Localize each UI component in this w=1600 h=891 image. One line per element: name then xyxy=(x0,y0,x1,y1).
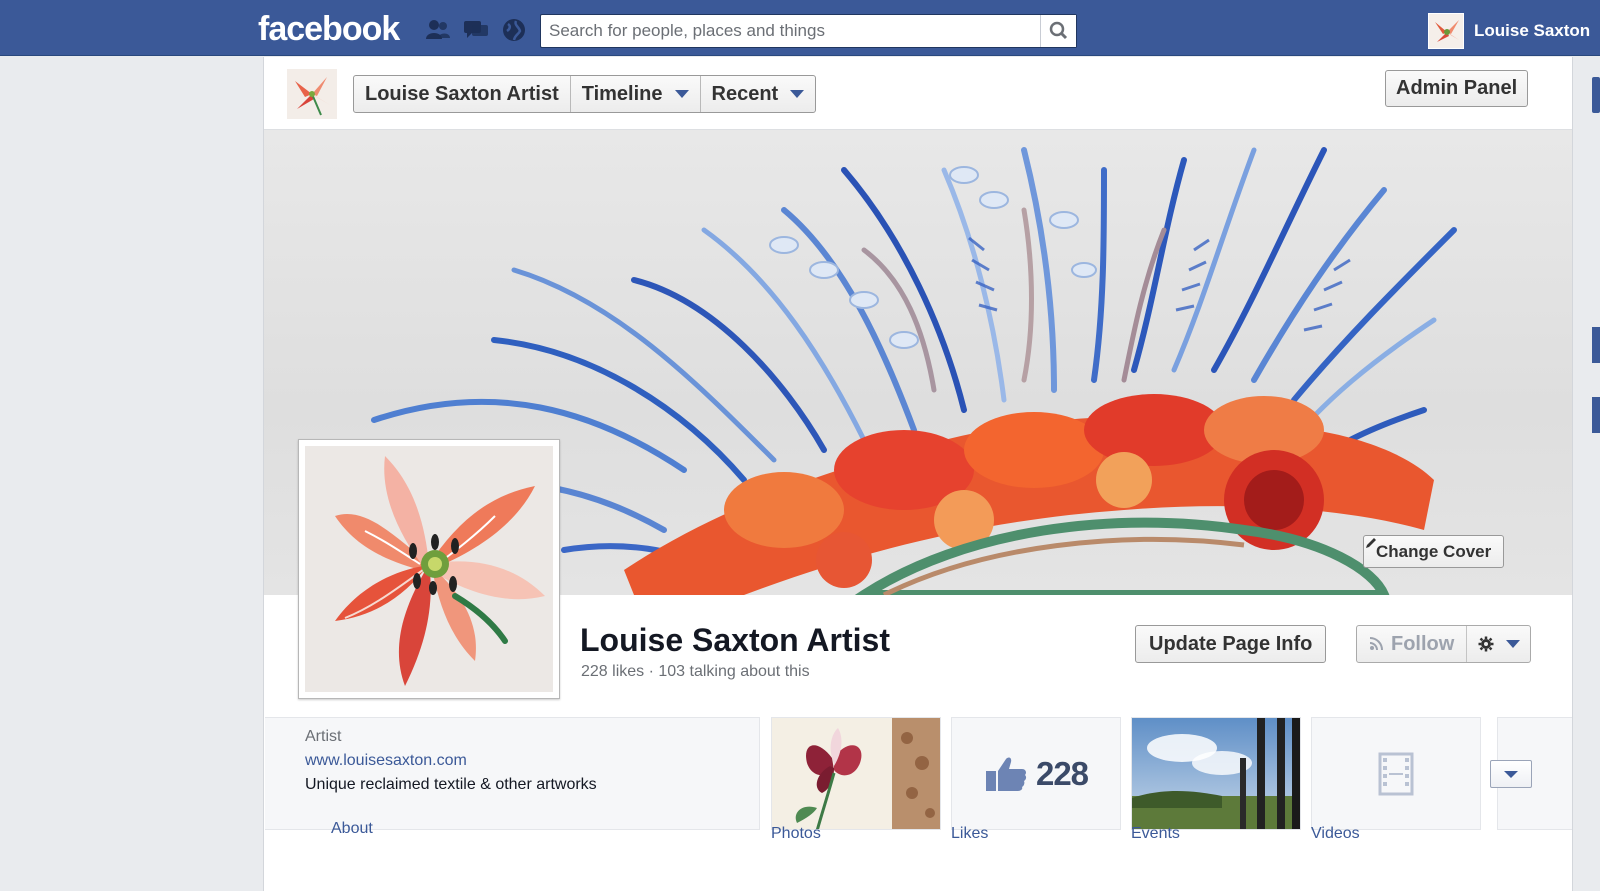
recent-dropdown[interactable]: Recent xyxy=(701,76,816,112)
search-input[interactable] xyxy=(541,15,1038,47)
profile-artwork-image xyxy=(305,446,553,692)
update-page-info-button[interactable]: Update Page Info xyxy=(1135,625,1327,663)
follow-group: Follow xyxy=(1356,625,1532,663)
friend-requests-icon[interactable] xyxy=(424,17,452,43)
photos-tile[interactable] xyxy=(771,717,941,830)
likes-count: 228 xyxy=(1035,754,1089,792)
top-bar: facebook Search for people, places and t… xyxy=(0,0,1600,56)
page-panel: Louise Saxton Artist Timeline Recent Adm… xyxy=(263,57,1573,891)
user-name[interactable]: Louise Saxton xyxy=(1474,21,1590,41)
messages-icon[interactable] xyxy=(462,17,490,43)
page-title[interactable]: Louise Saxton Artist xyxy=(580,622,890,659)
rss-icon xyxy=(1369,637,1383,651)
events-label[interactable]: Events xyxy=(1131,825,1180,843)
top-user-profile[interactable]: Louise Saxton xyxy=(1428,13,1590,49)
likes-label[interactable]: Likes xyxy=(951,825,988,843)
likes-tile[interactable]: 228 xyxy=(951,717,1121,830)
nav-label: Louise Saxton Artist xyxy=(365,82,559,105)
page-category: Artist xyxy=(305,728,342,745)
chevron-down-icon xyxy=(674,90,689,98)
page-nav: Louise Saxton Artist Timeline Recent xyxy=(353,75,817,113)
facebook-logo[interactable]: facebook xyxy=(258,10,400,49)
search-button[interactable] xyxy=(1040,15,1076,47)
search-box xyxy=(540,14,1077,48)
change-cover-label: Change Cover xyxy=(1376,541,1492,561)
pencil-icon xyxy=(1366,538,1376,548)
page-thumbnail[interactable] xyxy=(287,69,337,119)
about-summary: Artist www.louisesaxton.com Unique recla… xyxy=(265,717,760,830)
nav-label: Recent xyxy=(711,82,779,105)
videos-tile[interactable] xyxy=(1311,717,1481,830)
events-tile[interactable] xyxy=(1131,717,1301,830)
events-thumbnail-image xyxy=(1132,718,1300,829)
user-avatar xyxy=(1428,13,1464,49)
notifications-globe-icon[interactable] xyxy=(500,17,528,43)
about-link[interactable]: About xyxy=(331,820,373,838)
website-link[interactable]: www.louisesaxton.com xyxy=(305,752,467,770)
page-header: Louise Saxton Artist Timeline Recent Adm… xyxy=(264,57,1572,130)
chevron-down-icon xyxy=(1504,770,1518,778)
follow-label: Follow xyxy=(1391,632,1455,655)
chevron-down-icon xyxy=(790,90,805,98)
page-name-nav-button[interactable]: Louise Saxton Artist xyxy=(354,76,571,112)
videos-label[interactable]: Videos xyxy=(1311,825,1360,843)
right-sidebar-clipped xyxy=(1590,57,1600,891)
chevron-down-icon xyxy=(1505,640,1520,648)
timeline-dropdown[interactable]: Timeline xyxy=(571,76,701,112)
nav-label: Timeline xyxy=(581,82,663,105)
follow-button[interactable]: Follow xyxy=(1357,626,1468,662)
film-strip-icon xyxy=(1378,752,1414,795)
profile-picture[interactable] xyxy=(298,439,560,699)
gear-icon xyxy=(1478,636,1494,652)
photos-label[interactable]: Photos xyxy=(771,825,821,843)
more-apps-button[interactable] xyxy=(1490,760,1532,788)
admin-panel-button[interactable]: Admin Panel xyxy=(1385,70,1529,107)
thumbs-up-icon xyxy=(985,757,1027,791)
page-description: Unique reclaimed textile & other artwork… xyxy=(305,776,597,793)
photos-thumbnail-image xyxy=(772,718,940,829)
search-icon xyxy=(1049,21,1068,40)
settings-dropdown[interactable] xyxy=(1467,626,1530,662)
page-stats: 228 likes · 103 talking about this xyxy=(581,663,810,680)
change-cover-button[interactable]: Change Cover xyxy=(1363,535,1505,568)
